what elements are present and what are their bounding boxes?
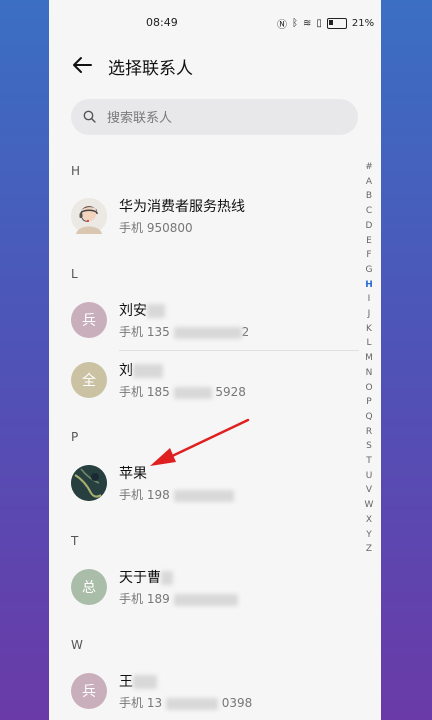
contact-phone: 手机 198 [119, 486, 234, 503]
back-arrow-icon[interactable] [71, 54, 93, 76]
avatar: 全 [71, 362, 107, 398]
avatar: 兵 [71, 302, 107, 338]
section-header-p: P [71, 430, 79, 444]
alphabet-index-letter[interactable]: T [366, 454, 372, 469]
alphabet-index-letter[interactable]: C [366, 204, 372, 219]
alphabet-index-letter[interactable]: J [368, 307, 371, 322]
alphabet-index-letter[interactable]: I [368, 292, 371, 307]
section-header-h: H [71, 164, 81, 178]
bluetooth-icon: ᛒ [292, 18, 298, 29]
alphabet-index-letter[interactable]: P [366, 395, 371, 410]
contact-name: 刘 [119, 360, 163, 380]
section-header-w: W [71, 638, 83, 652]
contact-phone: 手机 189 [119, 590, 238, 607]
alphabet-index-letter[interactable]: Z [366, 542, 372, 557]
page-title: 选择联系人 [108, 59, 193, 79]
contact-row[interactable]: 全 刘 手机 185 5928 [71, 355, 366, 405]
alphabet-index-letter[interactable]: D [366, 219, 373, 234]
alphabet-index-letter[interactable]: W [365, 498, 374, 513]
nfc-icon: Ⓝ [277, 20, 287, 31]
search-icon [83, 110, 96, 123]
avatar [71, 465, 107, 501]
contact-phone: 手机 950800 [119, 221, 193, 235]
contact-phone: 手机 185 5928 [119, 385, 246, 399]
contact-name: 刘安 [119, 300, 165, 320]
photo-avatar-icon [71, 465, 107, 501]
contact-row[interactable]: 兵 刘安 手机 135 2 [71, 295, 366, 345]
alphabet-index-letter[interactable]: O [365, 381, 372, 396]
alphabet-index-letter[interactable]: U [366, 469, 373, 484]
alphabet-index-letter[interactable]: Y [366, 528, 372, 543]
section-header-l: L [71, 267, 78, 281]
alphabet-index-letter[interactable]: N [366, 366, 373, 381]
search-input[interactable] [105, 107, 349, 129]
alphabet-index-letter[interactable]: # [365, 160, 373, 175]
alphabet-index-letter[interactable]: E [366, 234, 372, 249]
contact-name: 苹果 [119, 466, 147, 482]
alphabet-index-letter[interactable]: V [366, 483, 372, 498]
contact-name: 王 [119, 671, 157, 691]
alphabet-index-letter[interactable]: H [365, 278, 373, 293]
search-bar[interactable] [71, 99, 358, 135]
alphabet-index-letter[interactable]: F [366, 248, 371, 263]
header: 选择联系人 [49, 54, 381, 80]
battery-icon [326, 18, 347, 29]
contact-name: 华为消费者服务热线 [119, 199, 245, 215]
alphabet-index-letter[interactable]: K [366, 322, 372, 337]
alphabet-index[interactable]: # A B C D E F G H I J K L M N O P Q R S T U V W X Y Z [364, 160, 374, 557]
alphabet-index-letter[interactable]: R [366, 425, 372, 440]
section-header-t: T [71, 534, 79, 548]
contact-name: 天于曹 [119, 567, 173, 587]
avatar [71, 198, 107, 234]
contact-row[interactable]: 苹果 手机 198 [71, 458, 366, 508]
alphabet-index-letter[interactable]: X [366, 513, 372, 528]
avatar: 总 [71, 569, 107, 605]
phone-screen: 08:49 Ⓝ ᛒ ≋ ▯ 21% 选择联系人 H [49, 0, 381, 720]
alphabet-index-letter[interactable]: A [366, 175, 372, 190]
alphabet-index-letter[interactable]: G [366, 263, 373, 278]
status-bar: 08:49 Ⓝ ᛒ ≋ ▯ 21% [49, 0, 381, 46]
contact-phone: 手机 13 0398 [119, 696, 253, 710]
vibrate-icon: ▯ [316, 18, 322, 29]
wifi-icon: ≋ [303, 18, 312, 29]
contact-row[interactable]: 华为消费者服务热线 手机 950800 [71, 191, 366, 241]
alphabet-index-letter[interactable]: L [366, 336, 371, 351]
service-agent-icon [71, 198, 107, 234]
alphabet-index-letter[interactable]: B [366, 189, 372, 204]
alphabet-index-letter[interactable]: Q [365, 410, 372, 425]
contact-phone: 手机 135 2 [119, 325, 250, 339]
avatar: 兵 [71, 673, 107, 709]
alphabet-index-letter[interactable]: M [365, 351, 373, 366]
status-icons: Ⓝ ᛒ ≋ ▯ 21% [277, 16, 374, 31]
battery-percent: 21% [351, 18, 375, 29]
row-divider [119, 350, 359, 351]
contact-row[interactable]: 总 天于曹 手机 189 [71, 562, 366, 612]
alphabet-index-letter[interactable]: S [366, 439, 372, 454]
contact-row[interactable]: 兵 王 手机 13 0398 [71, 666, 366, 716]
status-time: 08:49 [146, 16, 178, 29]
